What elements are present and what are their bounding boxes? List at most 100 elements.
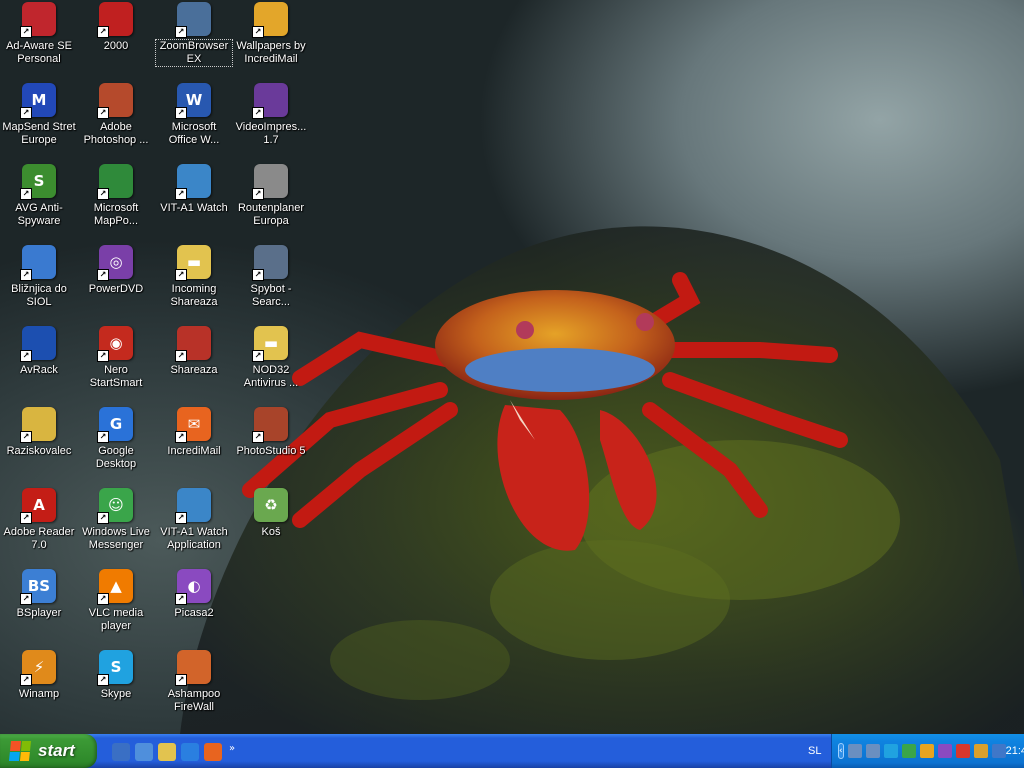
desktop-shortcut[interactable]: ↗ PhotoStudio 5 — [233, 407, 309, 458]
desktop-shortcut[interactable]: G ↗ Google Desktop — [78, 407, 154, 471]
shortcut-arrow-icon: ↗ — [175, 431, 187, 443]
system-tray: SL ‹ 21:44 — [808, 734, 1024, 768]
bsplayer-icon: BS ↗ — [20, 569, 56, 605]
folder-icon[interactable] — [158, 743, 176, 761]
start-button[interactable]: start — [0, 734, 97, 768]
network-icon-2[interactable] — [865, 744, 880, 758]
shortcut-arrow-icon: ↗ — [97, 269, 109, 281]
desktop-shortcut[interactable]: ↗ Raziskovalec — [1, 407, 77, 458]
windows-flag-icon — [8, 741, 32, 761]
wallpapers-butterfly-icon: ↗ — [252, 2, 288, 38]
desktop-shortcut-label: Shareaza — [170, 364, 218, 376]
desktop-shortcut-label: Adobe Reader 7.0 — [3, 526, 75, 551]
desktop-shortcut[interactable]: ☺ ↗ Windows Live Messenger — [78, 488, 154, 552]
picasa-tray-icon[interactable] — [937, 744, 952, 758]
shortcut-arrow-icon: ↗ — [175, 269, 187, 281]
desktop-shortcut[interactable]: ↗ Shareaza — [156, 326, 232, 377]
desktop-shortcut[interactable]: ♻ Koš — [233, 488, 309, 539]
quick-launch-more-chevron[interactable]: » — [229, 743, 235, 754]
desktop-shortcut[interactable]: ↗ 2000 — [78, 2, 154, 53]
desktop-shortcut[interactable]: ↗ ZoomBrowser EX — [155, 2, 233, 67]
shareaza-icon: ↗ — [175, 326, 211, 362]
desktop-shortcut[interactable]: ↗ Microsoft MapPo... — [78, 164, 154, 228]
desktop-shortcut[interactable]: BS ↗ BSplayer — [1, 569, 77, 620]
desktop-shortcut[interactable]: ▲ ↗ VLC media player — [78, 569, 154, 633]
shortcut-arrow-icon: ↗ — [97, 512, 109, 524]
gmail-tray-icon[interactable] — [955, 744, 970, 758]
tray-icons — [844, 744, 1006, 758]
clock[interactable]: 21:44 — [1006, 745, 1024, 757]
desktop-shortcut-label: Skype — [100, 688, 132, 700]
desktop-shortcut[interactable]: ◐ ↗ Picasa2 — [156, 569, 232, 620]
desktop-shortcut[interactable]: ↗ Bližnjica do SIOL — [1, 245, 77, 309]
desktop-shortcut-label: BSplayer — [16, 607, 62, 619]
desktop-shortcut[interactable]: S ↗ Skype — [78, 650, 154, 701]
word-icon: W ↗ — [175, 83, 211, 119]
desktop-shortcut[interactable]: ↗ Adobe Photoshop ... — [78, 83, 154, 147]
desktop-shortcut-label: ZoomBrowser EX — [155, 39, 233, 67]
desktop-shortcut-label: Koš — [261, 526, 281, 538]
desktop-shortcut[interactable]: S ↗ AVG Anti-Spyware — [1, 164, 77, 228]
desktop-shortcut[interactable]: ⚡ ↗ Winamp — [1, 650, 77, 701]
incredimail-icon: ✉ ↗ — [175, 407, 211, 443]
shortcut-arrow-icon: ↗ — [20, 107, 32, 119]
desktop-settings-icon[interactable] — [112, 743, 130, 761]
folder-icon: ▬ ↗ — [175, 245, 211, 281]
start-label: start — [38, 741, 75, 760]
desktop-shortcut[interactable]: ▬ ↗ NOD32 Antivirus ... — [233, 326, 309, 390]
desktop-shortcut-label: VLC media player — [88, 607, 144, 632]
shortcut-arrow-icon: ↗ — [20, 674, 32, 686]
desktop-shortcut[interactable]: ↗ VideoImpres... 1.7 — [233, 83, 309, 147]
desktop-shortcut[interactable]: A ↗ Adobe Reader 7.0 — [1, 488, 77, 552]
desktop-shortcut-label: Raziskovalec — [6, 445, 72, 457]
shortcut-arrow-icon: ↗ — [97, 350, 109, 362]
desktop-shortcut[interactable]: ↗ AvRack — [1, 326, 77, 377]
shortcut-arrow-icon: ↗ — [175, 350, 187, 362]
desktop-shortcut-label: PowerDVD — [88, 283, 144, 295]
desktop-shortcut-label: Bližnjica do SIOL — [11, 283, 67, 308]
shortcut-arrow-icon: ↗ — [97, 593, 109, 605]
shortcut-arrow-icon: ↗ — [97, 188, 109, 200]
desktop-shortcut[interactable]: ✉ ↗ IncrediMail — [156, 407, 232, 458]
language-indicator[interactable]: SL — [808, 745, 821, 757]
shortcut-arrow-icon: ↗ — [97, 26, 109, 38]
desktop-shortcut[interactable]: ▬ ↗ Incoming Shareaza — [156, 245, 232, 309]
messenger-tray-icon[interactable] — [901, 744, 916, 758]
firewall-icon: ↗ — [175, 650, 211, 686]
messenger-icon: ☺ ↗ — [97, 488, 133, 524]
shortcut-arrow-icon: ↗ — [252, 188, 264, 200]
internet-explorer-icon[interactable] — [181, 743, 199, 761]
incredimail-icon[interactable] — [204, 743, 222, 761]
desktop-shortcut-label: Ad-Aware SE Personal — [6, 40, 72, 65]
desktop-shortcut[interactable]: ↗ Spybot - Searc... — [233, 245, 309, 309]
desktop-shortcut-label: PhotoStudio 5 — [236, 445, 306, 457]
email-envelope-icon[interactable] — [991, 744, 1006, 758]
folder-icon: ▬ ↗ — [252, 326, 288, 362]
mail-tray-icon[interactable] — [973, 744, 988, 758]
skype-tray-icon[interactable] — [883, 744, 898, 758]
mappoint-icon: ↗ — [97, 164, 133, 200]
desktop-shortcut[interactable]: W ↗ Microsoft Office W... — [156, 83, 232, 147]
desktop-shortcut[interactable]: ◉ ↗ Nero StartSmart — [78, 326, 154, 390]
shortcut-arrow-icon: ↗ — [175, 512, 187, 524]
incredimail-tray-icon[interactable] — [919, 744, 934, 758]
desktop-shortcut-label: 2000 — [103, 40, 129, 52]
photostudio-icon: ↗ — [252, 407, 288, 443]
shortcut-arrow-icon: ↗ — [175, 674, 187, 686]
shortcut-arrow-icon: ↗ — [252, 350, 264, 362]
network-icon[interactable] — [847, 744, 862, 758]
desktop-shortcut[interactable]: ◎ ↗ PowerDVD — [78, 245, 154, 296]
desktop-shortcut-label: NOD32 Antivirus ... — [243, 364, 299, 389]
desktop-shortcut-label: MapSend Stret Europe — [2, 121, 76, 146]
desktop-shortcut-label: Ashampoo FireWall — [167, 688, 221, 713]
desktop-shortcut[interactable]: ↗ VIT-A1 Watch — [156, 164, 232, 215]
desktop-shortcut[interactable]: ↗ VIT-A1 Watch Application — [156, 488, 232, 552]
desktop-shortcut[interactable]: ↗ Ad-Aware SE Personal — [1, 2, 77, 66]
desktop-shortcut[interactable]: ↗ Routenplaner Europa — [233, 164, 309, 228]
mapsend-icon: M ↗ — [20, 83, 56, 119]
media-player-icon[interactable] — [135, 743, 153, 761]
vit-watch-icon: ↗ — [175, 164, 211, 200]
desktop-shortcut[interactable]: ↗ Ashampoo FireWall — [156, 650, 232, 714]
desktop-shortcut[interactable]: M ↗ MapSend Stret Europe — [1, 83, 77, 147]
desktop-shortcut[interactable]: ↗ Wallpapers by IncrediMail — [233, 2, 309, 66]
